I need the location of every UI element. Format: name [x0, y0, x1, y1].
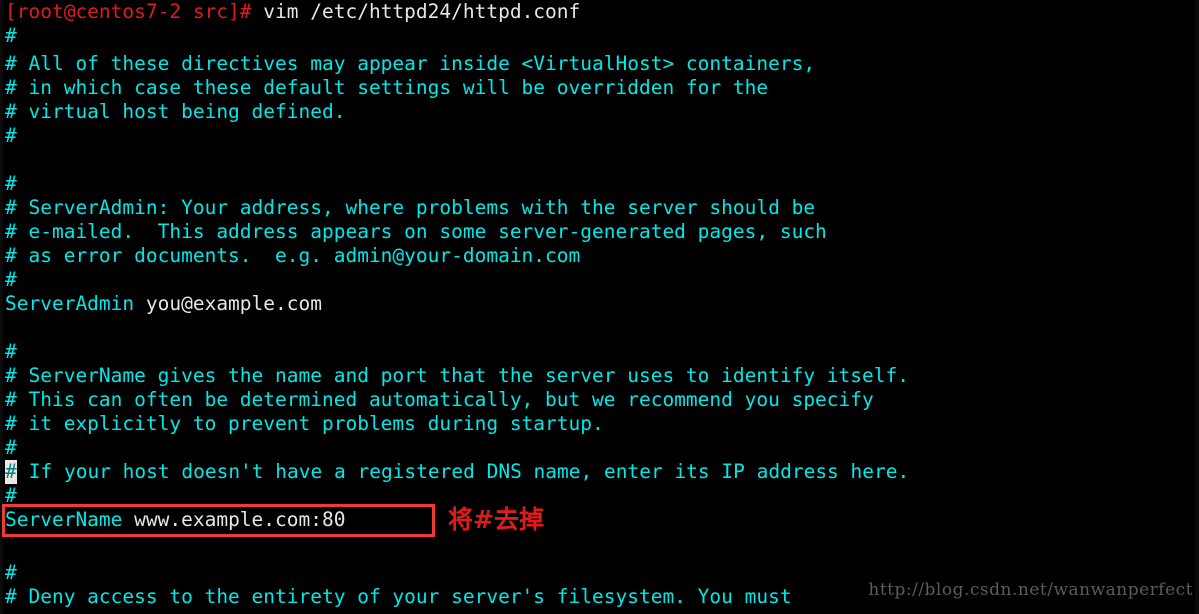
serveradmin-keyword: ServerAdmin: [5, 292, 135, 315]
file-line: #: [5, 24, 17, 47]
terminal-screen[interactable]: [root@centos7-2 src]# vim /etc/httpd24/h…: [0, 0, 1199, 614]
vim-cursor-block: #: [5, 460, 17, 484]
shell-prompt: [root@centos7-2 src]#: [5, 0, 252, 23]
cursor-line: # If your host doesn't have a registered…: [5, 460, 909, 484]
watermark: http://blog.csdn.net/wanwanperfect: [868, 580, 1193, 600]
terminal-right-edge: [1195, 0, 1199, 614]
file-line: #: [5, 484, 17, 507]
serveradmin-directive-line: ServerAdmin you@example.com: [5, 292, 322, 316]
file-line: #: [5, 561, 17, 584]
file-line: # as error documents. e.g. admin@your-do…: [5, 244, 581, 267]
file-line: # it explicitly to prevent problems duri…: [5, 412, 604, 435]
servername-keyword: ServerName: [5, 508, 123, 531]
serveradmin-value: you@example.com: [134, 292, 322, 315]
servername-directive-line: ServerName www.example.com:80: [5, 508, 345, 532]
file-line: # ServerAdmin: Your address, where probl…: [5, 196, 816, 219]
shell-prompt-line: [root@centos7-2 src]# vim /etc/httpd24/h…: [5, 0, 580, 24]
shell-command: vim /etc/httpd24/httpd.conf: [251, 0, 581, 23]
file-line: #: [5, 340, 17, 363]
file-line: #: [5, 436, 17, 459]
file-line: # in which case these default settings w…: [5, 76, 769, 99]
file-line: #: [5, 124, 17, 147]
file-line: # ServerName gives the name and port tha…: [5, 364, 909, 387]
file-line: # virtual host being defined.: [5, 100, 346, 123]
cursor-line-text: If your host doesn't have a registered D…: [17, 460, 910, 483]
file-line: # Deny access to the entirety of your se…: [5, 585, 792, 608]
terminal-left-edge: [0, 0, 3, 614]
file-line: # e-mailed. This address appears on some…: [5, 220, 827, 243]
servername-value: www.example.com:80: [122, 508, 346, 531]
file-line: #: [5, 268, 17, 291]
file-line: # All of these directives may appear ins…: [5, 52, 816, 75]
annotation-note: 将#去掉: [448, 505, 544, 534]
file-line: #: [5, 172, 17, 195]
file-line: # This can often be determined automatic…: [5, 388, 874, 411]
